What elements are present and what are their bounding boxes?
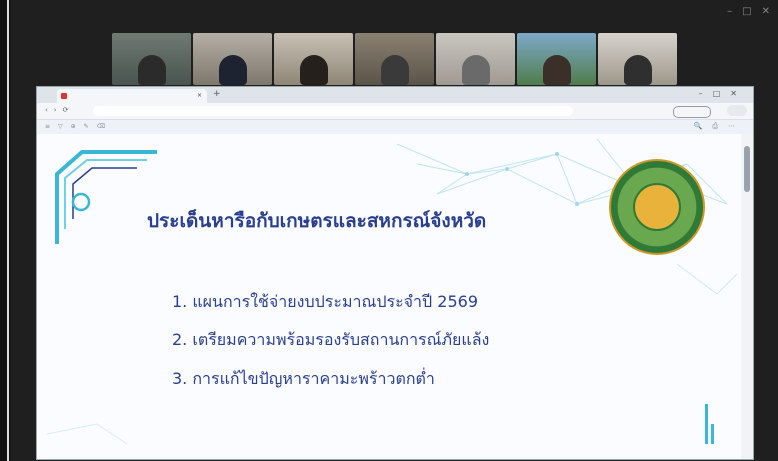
participant-tile[interactable] bbox=[112, 33, 191, 85]
meeting-window: – □ ✕ × + –□✕ ‹›⟳ ≡▽⊕✎⌫ 🔍⎙⋯ ประเด็นหารือ… bbox=[0, 0, 778, 461]
vertical-scrollbar[interactable] bbox=[741, 134, 753, 459]
agriculture-seal-logo bbox=[609, 159, 705, 255]
browser-tab[interactable]: × bbox=[57, 89, 207, 103]
browser-tab-bar: × + –□✕ bbox=[37, 87, 753, 103]
new-tab-icon[interactable]: + bbox=[213, 89, 221, 99]
participant-tile[interactable] bbox=[436, 33, 515, 85]
participant-tile[interactable] bbox=[193, 33, 272, 85]
participant-tile[interactable] bbox=[355, 33, 434, 85]
presentation-slide: ประเด็นหารือกับเกษตรและสหกรณ์จังหวัด 1. … bbox=[37, 134, 741, 459]
participant-tile[interactable] bbox=[517, 33, 596, 85]
pdf-toolbar-right-icons[interactable]: 🔍⎙⋯ bbox=[694, 122, 745, 131]
pdf-toolbar: ≡▽⊕✎⌫ 🔍⎙⋯ bbox=[37, 120, 753, 135]
agenda-item-3: 3. การแก้ไขปัญหาราคามะพร้าวตกต่ำ bbox=[172, 369, 435, 388]
meeting-window-controls: – □ ✕ bbox=[727, 6, 770, 17]
agenda-item-1: 1. แผนการใช้จ่ายงบประมาณประจำปี 2569 bbox=[172, 292, 478, 311]
browser-window-controls: –□✕ bbox=[698, 89, 747, 98]
zoom-control[interactable] bbox=[673, 106, 711, 118]
window-divider bbox=[7, 0, 9, 461]
address-bar-row: ‹›⟳ bbox=[37, 103, 753, 120]
close-tab-icon[interactable]: × bbox=[197, 92, 202, 99]
close-icon[interactable]: ✕ bbox=[762, 6, 770, 17]
url-field[interactable] bbox=[93, 106, 573, 116]
minimize-icon[interactable]: – bbox=[727, 6, 732, 17]
participant-tile[interactable] bbox=[598, 33, 677, 85]
maximize-icon[interactable]: □ bbox=[742, 6, 751, 17]
profile-button[interactable] bbox=[727, 105, 747, 116]
seal-inner-emblem bbox=[633, 183, 681, 231]
participant-strip bbox=[112, 33, 677, 85]
navigation-icons[interactable]: ‹›⟳ bbox=[45, 106, 74, 114]
agenda-item-2: 2. เตรียมความพร้อมรองรับสถานการณ์ภัยแล้ง bbox=[172, 330, 490, 349]
slide-title: ประเด็นหารือกับเกษตรและสหกรณ์จังหวัด bbox=[147, 210, 487, 232]
scrollbar-thumb[interactable] bbox=[744, 146, 750, 192]
pdf-tool-icons[interactable]: ≡▽⊕✎⌫ bbox=[45, 123, 113, 130]
participant-tile[interactable] bbox=[274, 33, 353, 85]
shared-browser-window: × + –□✕ ‹›⟳ ≡▽⊕✎⌫ 🔍⎙⋯ ประเด็นหารือกับเกษ… bbox=[36, 86, 754, 460]
favicon-icon bbox=[61, 93, 67, 99]
